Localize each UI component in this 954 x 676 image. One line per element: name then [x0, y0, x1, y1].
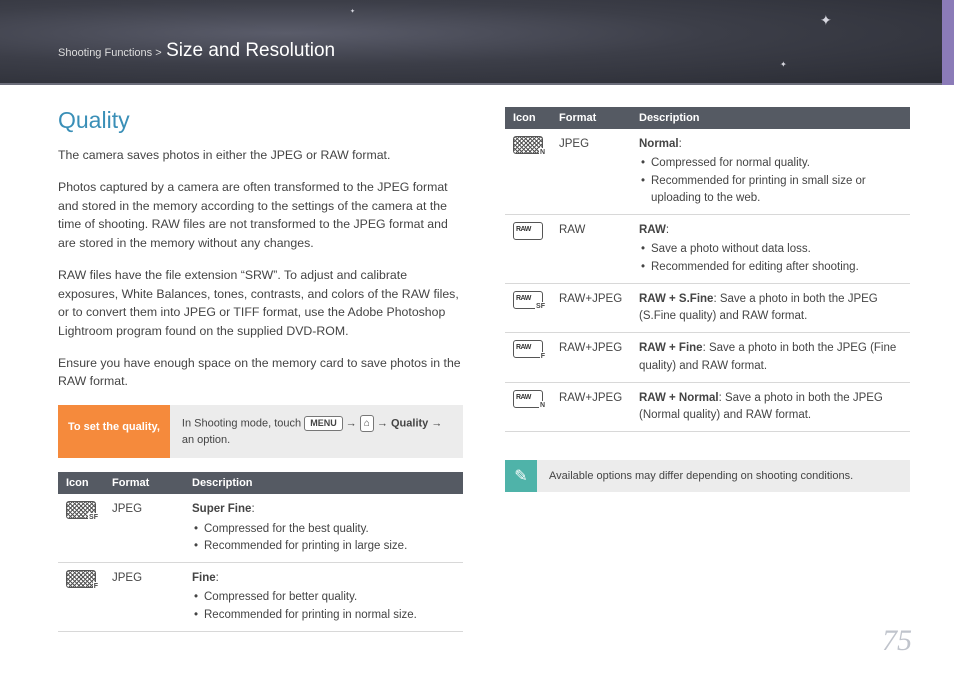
- list-item: Recommended for printing in normal size.: [192, 607, 455, 624]
- callout-prefix: In Shooting mode, touch: [182, 417, 304, 429]
- fmt: RAW+JPEG: [551, 382, 631, 432]
- camera-icon: ⌂: [360, 415, 374, 432]
- list-item: Save a photo without data loss.: [639, 241, 902, 258]
- row-title: RAW + Normal: [639, 392, 719, 404]
- th-icon: Icon: [505, 107, 551, 129]
- desc-cell: RAW: Save a photo without data loss. Rec…: [631, 215, 910, 284]
- list-item: Recommended for printing in large size.: [192, 538, 455, 555]
- table-header-row: Icon Format Description: [505, 107, 910, 129]
- fmt: JPEG: [104, 563, 184, 632]
- th-icon: Icon: [58, 472, 104, 494]
- fmt: RAW+JPEG: [551, 283, 631, 333]
- row-title: Fine: [192, 572, 216, 584]
- accent-stripe: [942, 0, 954, 85]
- fmt: JPEG: [104, 494, 184, 562]
- note-icon: ✎: [505, 460, 537, 492]
- fmt: RAW: [551, 215, 631, 284]
- desc-cell: RAW + Normal: Save a photo in both the J…: [631, 382, 910, 432]
- th-desc: Description: [184, 472, 463, 494]
- note-callout: ✎ Available options may differ depending…: [505, 460, 910, 492]
- callout-text: In Shooting mode, touch MENU → ⌂ → Quali…: [170, 405, 463, 459]
- row-title: RAW + S.Fine: [639, 293, 713, 305]
- right-column: Icon Format Description N JPEG Normal: C…: [505, 107, 910, 632]
- normal-icon: N: [513, 136, 543, 154]
- row-title: Super Fine: [192, 503, 251, 515]
- desc-cell: Normal: Compressed for normal quality. R…: [631, 129, 910, 215]
- intro-p1: The camera saves photos in either the JP…: [58, 146, 463, 164]
- table-row: SF RAW+JPEG RAW + S.Fine: Save a photo i…: [505, 283, 910, 333]
- list-item: Recommended for printing in small size o…: [639, 173, 902, 208]
- section-heading: Quality: [58, 107, 463, 134]
- raw-sfine-icon: SF: [513, 291, 543, 309]
- left-column: Quality The camera saves photos in eithe…: [58, 107, 463, 632]
- desc-cell: RAW + S.Fine: Save a photo in both the J…: [631, 283, 910, 333]
- th-format: Format: [551, 107, 631, 129]
- fmt: JPEG: [551, 129, 631, 215]
- list-item: Recommended for editing after shooting.: [639, 259, 902, 276]
- th-format: Format: [104, 472, 184, 494]
- desc-cell: Fine: Compressed for better quality. Rec…: [184, 563, 463, 632]
- fmt: RAW+JPEG: [551, 333, 631, 383]
- menu-chip: MENU: [304, 416, 343, 432]
- arrow-icon: →: [377, 417, 388, 429]
- raw-fine-icon: F: [513, 340, 543, 358]
- row-title: RAW + Fine: [639, 342, 703, 354]
- row-title: RAW: [639, 224, 666, 236]
- quality-table-right: Icon Format Description N JPEG Normal: C…: [505, 107, 910, 432]
- list-item: Compressed for better quality.: [192, 589, 455, 606]
- callout-bold: Quality: [391, 417, 428, 429]
- raw-normal-icon: N: [513, 390, 543, 408]
- list-item: Compressed for the best quality.: [192, 521, 455, 538]
- content-area: Quality The camera saves photos in eithe…: [0, 85, 954, 632]
- callout-label: To set the quality,: [58, 405, 170, 459]
- table-row: F RAW+JPEG RAW + Fine: Save a photo in b…: [505, 333, 910, 383]
- arrow-icon: →: [431, 417, 442, 429]
- desc-cell: RAW + Fine: Save a photo in both the JPE…: [631, 333, 910, 383]
- breadcrumb-prefix: Shooting Functions >: [58, 47, 162, 59]
- row-title: Normal: [639, 138, 679, 150]
- table-row: F JPEG Fine: Compressed for better quali…: [58, 563, 463, 632]
- table-row: N RAW+JPEG RAW + Normal: Save a photo in…: [505, 382, 910, 432]
- arrow-icon: →: [346, 417, 357, 429]
- fine-icon: F: [66, 570, 96, 588]
- intro-p3: RAW files have the file extension “SRW”.…: [58, 266, 463, 340]
- quality-table-left: Icon Format Description SF JPEG Super Fi…: [58, 472, 463, 632]
- th-desc: Description: [631, 107, 910, 129]
- intro-p4: Ensure you have enough space on the memo…: [58, 354, 463, 391]
- desc-cell: Super Fine: Compressed for the best qual…: [184, 494, 463, 562]
- breadcrumb-title: Size and Resolution: [166, 40, 335, 61]
- note-text: Available options may differ depending o…: [537, 460, 910, 492]
- page-number: 75: [882, 624, 912, 658]
- table-header-row: Icon Format Description: [58, 472, 463, 494]
- intro-p2: Photos captured by a camera are often tr…: [58, 178, 463, 252]
- table-row: SF JPEG Super Fine: Compressed for the b…: [58, 494, 463, 562]
- callout-suffix: an option.: [182, 434, 230, 446]
- table-row: N JPEG Normal: Compressed for normal qua…: [505, 129, 910, 215]
- instruction-callout: To set the quality, In Shooting mode, to…: [58, 405, 463, 459]
- raw-icon: [513, 222, 543, 240]
- page-header: ✦✦✦ Shooting Functions > Size and Resolu…: [0, 0, 954, 85]
- superfine-icon: SF: [66, 501, 96, 519]
- list-item: Compressed for normal quality.: [639, 155, 902, 172]
- table-row: RAW RAW: Save a photo without data loss.…: [505, 215, 910, 284]
